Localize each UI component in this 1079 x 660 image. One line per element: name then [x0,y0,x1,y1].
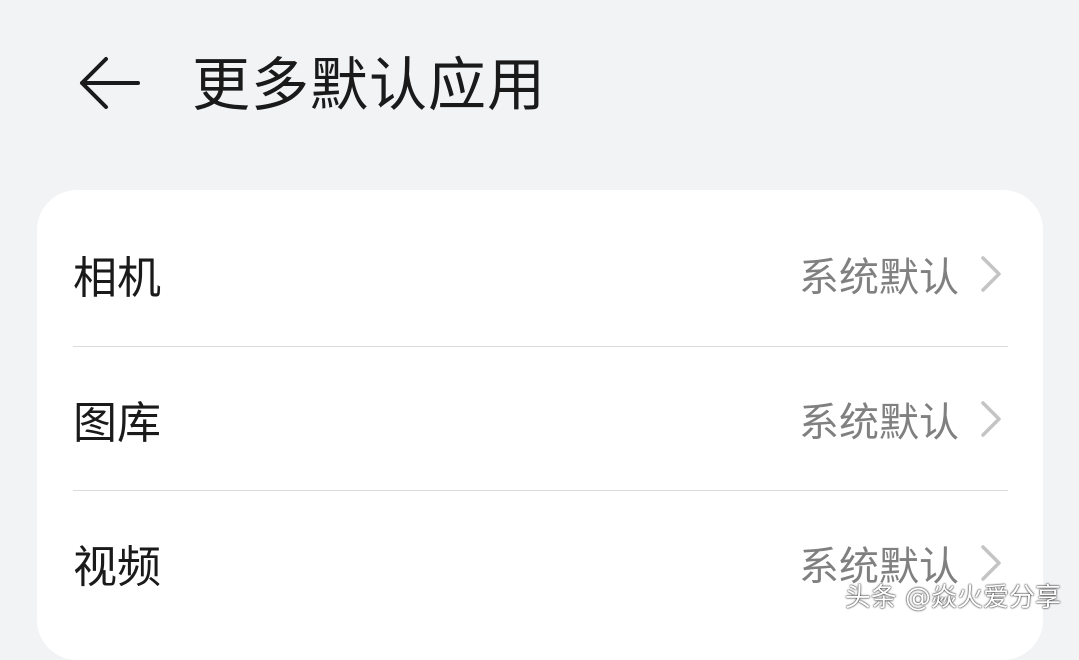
setting-row-gallery[interactable]: 图库 系统默认 [37,347,1043,491]
chevron-right-icon [981,401,1001,437]
setting-label: 视频 [73,542,161,593]
arrow-left-icon [80,57,140,109]
setting-value: 系统默认 [799,400,959,446]
top-app-bar: 更多默认应用 [0,0,1079,180]
page-title: 更多默认应用 [192,51,547,119]
setting-label: 相机 [73,253,161,304]
setting-value: 系统默认 [799,255,959,301]
back-button[interactable] [70,48,150,118]
setting-row-camera[interactable]: 相机 系统默认 [37,202,1043,346]
setting-label: 图库 [73,398,161,449]
chevron-right-icon [981,256,1001,292]
watermark: 头条 @焱火爱分享 [844,583,1061,613]
